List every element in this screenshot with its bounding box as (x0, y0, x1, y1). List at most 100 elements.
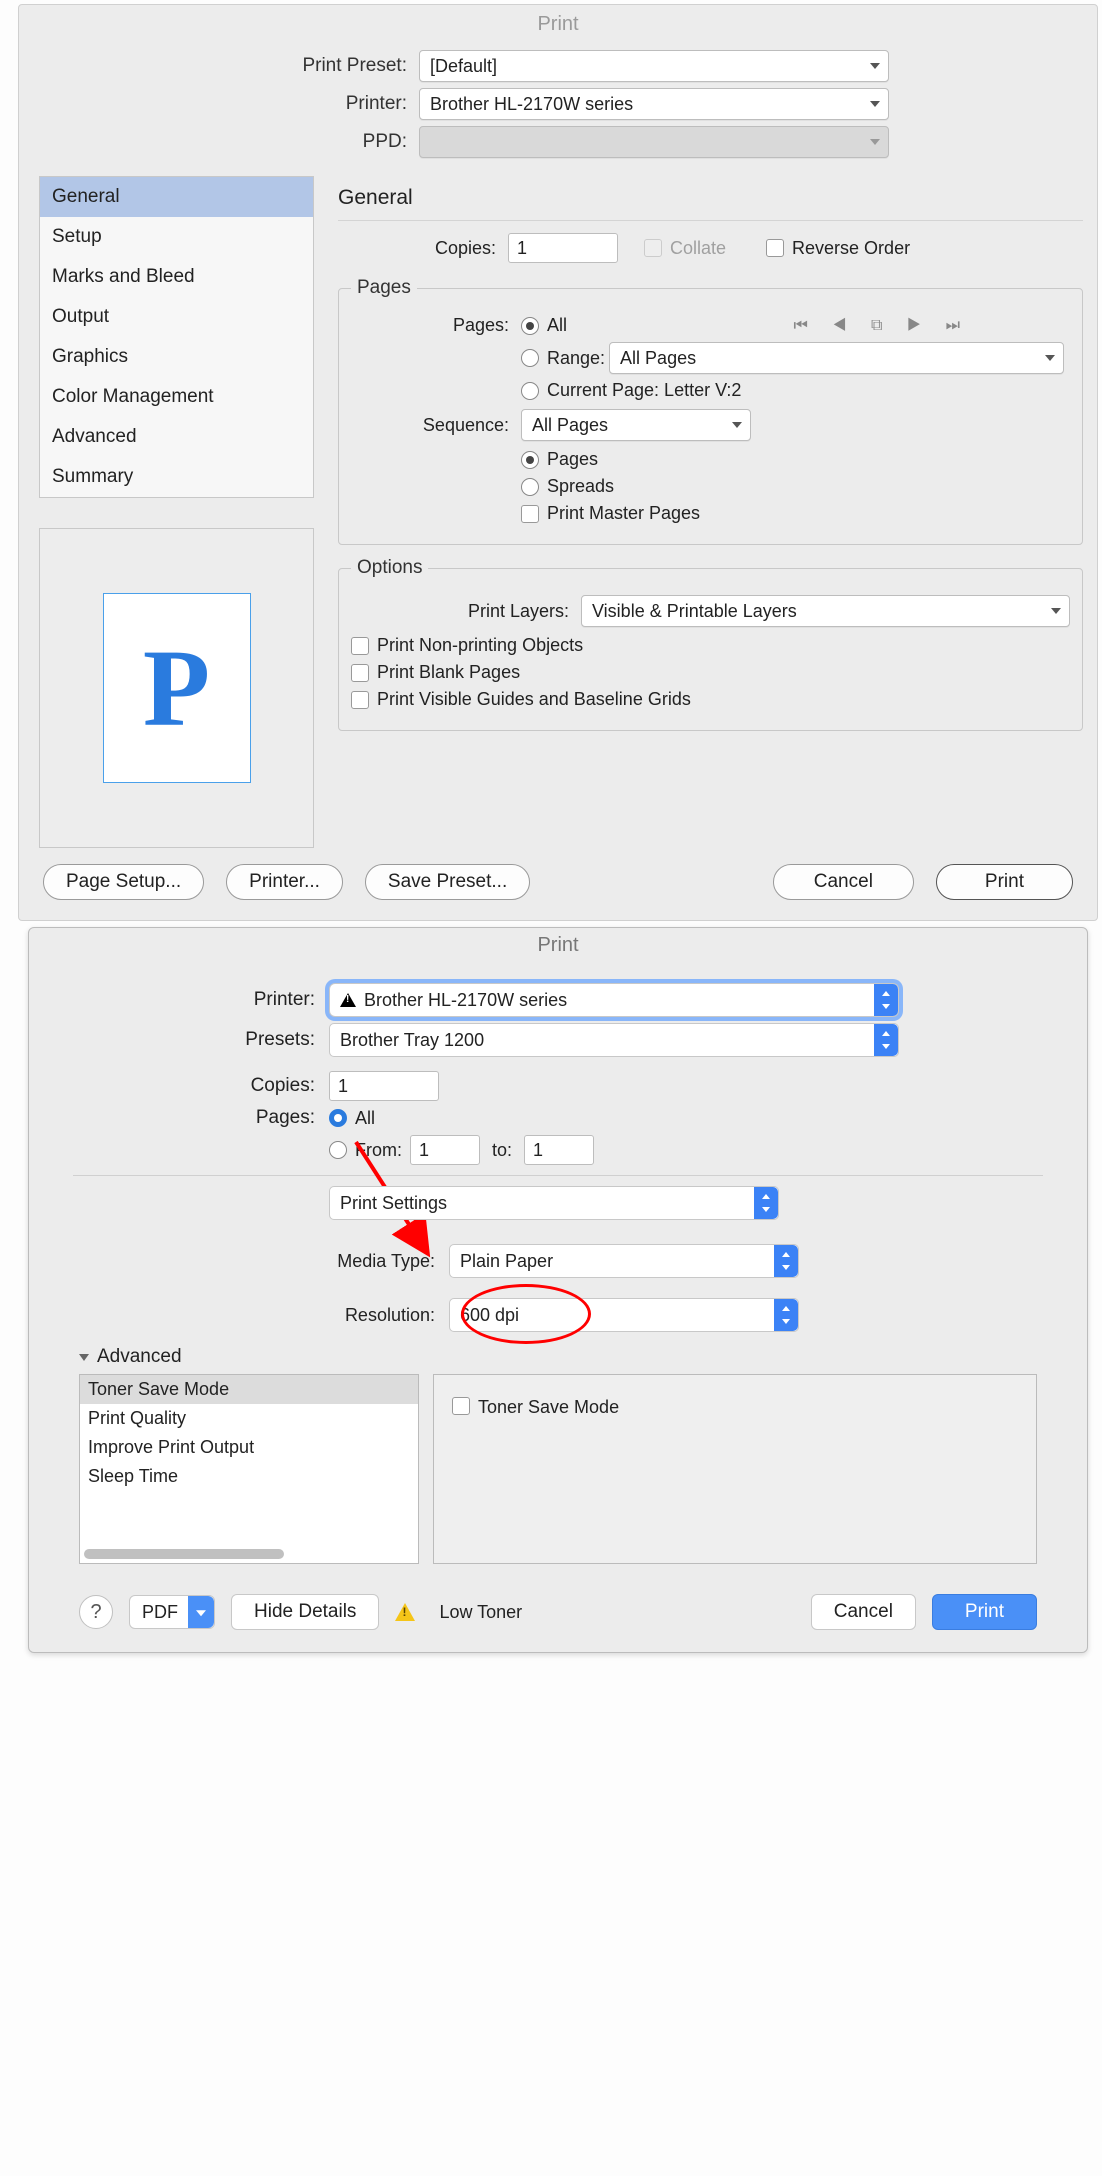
printer-dropdown[interactable]: Brother HL-2170W series (419, 88, 889, 120)
sys-presets-dropdown[interactable]: Brother Tray 1200 (329, 1023, 899, 1057)
collate-label: Collate (670, 238, 726, 259)
options-group: Options Print Layers: Visible & Printabl… (338, 557, 1083, 731)
hide-details-button[interactable]: Hide Details (231, 1594, 379, 1630)
print-guides-label: Print Visible Guides and Baseline Grids (377, 689, 691, 710)
sys-pages-label: Pages: (29, 1107, 329, 1129)
print-layers-dropdown[interactable]: Visible & Printable Layers (581, 595, 1070, 627)
sidebar-item-marks-bleed[interactable]: Marks and Bleed (40, 257, 313, 297)
toner-save-label: Toner Save Mode (478, 1397, 619, 1418)
sidebar-item-general[interactable]: General (40, 177, 313, 217)
dialog2-title: Print (29, 928, 1087, 963)
sidebar-item-summary[interactable]: Summary (40, 457, 313, 497)
pages-current-label: Current Page: Letter V:2 (547, 380, 741, 401)
adv-item-sleep-time[interactable]: Sleep Time (80, 1462, 418, 1491)
sys-pages-from-radio[interactable] (329, 1141, 347, 1159)
low-toner-label: Low Toner (439, 1602, 522, 1623)
print-blank-checkbox[interactable] (351, 664, 369, 682)
pages-group: Pages Pages: All ⏮ ◀ ⧉ ▶ ⏭ Range: All Pa… (338, 277, 1083, 545)
sequence-spreads-label: Spreads (547, 476, 614, 497)
chevron-down-icon (1051, 608, 1061, 614)
chevron-down-icon (1045, 355, 1055, 361)
sequence-label: Sequence: (351, 415, 521, 436)
cancel-button[interactable]: Cancel (773, 864, 914, 900)
printer-value: Brother HL-2170W series (430, 94, 633, 115)
print-preset-dropdown[interactable]: [Default] (419, 50, 889, 82)
media-type-dropdown[interactable]: Plain Paper (449, 1244, 799, 1278)
sys-copies-input[interactable]: 1 (329, 1071, 439, 1101)
print-master-label: Print Master Pages (547, 503, 700, 524)
pages-label: Pages: (351, 315, 521, 336)
sys-print-button[interactable]: Print (932, 1594, 1037, 1630)
sys-copies-label: Copies: (29, 1075, 329, 1097)
printer-label: Printer: (19, 93, 419, 115)
print-guides-checkbox[interactable] (351, 691, 369, 709)
chevron-down-icon (870, 139, 880, 145)
sys-presets-label: Presets: (29, 1029, 329, 1051)
reverse-order-checkbox[interactable] (766, 239, 784, 257)
advanced-panel: Toner Save Mode (433, 1374, 1037, 1564)
print-blank-label: Print Blank Pages (377, 662, 520, 683)
media-type-label: Media Type: (29, 1251, 449, 1272)
print-master-checkbox[interactable] (521, 505, 539, 523)
adv-item-print-quality[interactable]: Print Quality (80, 1404, 418, 1433)
sequence-dropdown[interactable]: All Pages (521, 409, 751, 441)
print-nonprinting-checkbox[interactable] (351, 637, 369, 655)
scrollbar[interactable] (84, 1549, 284, 1559)
page-nav-icons[interactable]: ⏮ ◀ ⧉ ▶ ⏭ (793, 317, 970, 335)
sidebar-item-color-mgmt[interactable]: Color Management (40, 377, 313, 417)
system-print-sheet: Print Printer: Brother HL-2170W series P… (28, 927, 1088, 1653)
sys-pages-to-label: to: (492, 1140, 512, 1161)
preview-page-thumbnail: P (103, 593, 251, 783)
sidebar-item-advanced[interactable]: Advanced (40, 417, 313, 457)
page-preview: P (39, 528, 314, 848)
sequence-spreads-radio[interactable] (521, 478, 539, 496)
disclosure-triangle-icon[interactable] (79, 1354, 89, 1361)
adv-item-toner-save[interactable]: Toner Save Mode (80, 1375, 418, 1404)
sidebar-item-output[interactable]: Output (40, 297, 313, 337)
stepper-icon (874, 1024, 898, 1056)
pages-range-label: Range: (547, 348, 605, 369)
resolution-dropdown[interactable]: 600 dpi (449, 1298, 799, 1332)
print-button[interactable]: Print (936, 864, 1073, 900)
indesign-print-dialog: Print Print Preset: [Default] Printer: B… (18, 4, 1098, 921)
sys-pages-from-input[interactable]: 1 (410, 1135, 480, 1165)
copies-input[interactable]: 1 (508, 233, 618, 263)
sys-panel-dropdown[interactable]: Print Settings (329, 1186, 779, 1220)
sidebar-item-graphics[interactable]: Graphics (40, 337, 313, 377)
copies-label: Copies: (338, 238, 508, 259)
toner-save-checkbox[interactable] (452, 1397, 470, 1415)
stepper-icon (774, 1299, 798, 1331)
save-preset-button[interactable]: Save Preset... (365, 864, 530, 900)
collate-checkbox (644, 239, 662, 257)
pages-range-dropdown[interactable]: All Pages (609, 342, 1064, 374)
help-button[interactable]: ? (79, 1595, 113, 1629)
pages-range-radio[interactable] (521, 349, 539, 367)
sys-cancel-button[interactable]: Cancel (811, 1594, 916, 1630)
pages-all-radio[interactable] (521, 317, 539, 335)
section-title: General (338, 176, 1083, 221)
ppd-label: PPD: (19, 131, 419, 153)
options-group-legend: Options (351, 557, 428, 579)
printer-button[interactable]: Printer... (226, 864, 343, 900)
stepper-icon (874, 984, 898, 1016)
sys-pages-to-input[interactable]: 1 (524, 1135, 594, 1165)
page-setup-button[interactable]: Page Setup... (43, 864, 204, 900)
print-layers-label: Print Layers: (351, 601, 581, 622)
pdf-dropdown[interactable]: PDF (129, 1595, 215, 1629)
pages-all-label: All (547, 315, 567, 336)
sequence-pages-radio[interactable] (521, 451, 539, 469)
sidebar-item-setup[interactable]: Setup (40, 217, 313, 257)
chevron-down-icon (188, 1596, 214, 1628)
sys-printer-dropdown[interactable]: Brother HL-2170W series (329, 983, 899, 1017)
sys-pages-all-label: All (355, 1108, 375, 1129)
sys-pages-all-radio[interactable] (329, 1109, 347, 1127)
sys-pages-from-label: From: (355, 1140, 402, 1161)
pages-group-legend: Pages (351, 277, 417, 299)
pages-current-radio[interactable] (521, 382, 539, 400)
stepper-icon (754, 1187, 778, 1219)
print-preset-label: Print Preset: (19, 55, 419, 77)
chevron-down-icon (732, 422, 742, 428)
reverse-order-label: Reverse Order (792, 238, 910, 259)
advanced-list[interactable]: Toner Save Mode Print Quality Improve Pr… (79, 1374, 419, 1564)
adv-item-improve-output[interactable]: Improve Print Output (80, 1433, 418, 1462)
